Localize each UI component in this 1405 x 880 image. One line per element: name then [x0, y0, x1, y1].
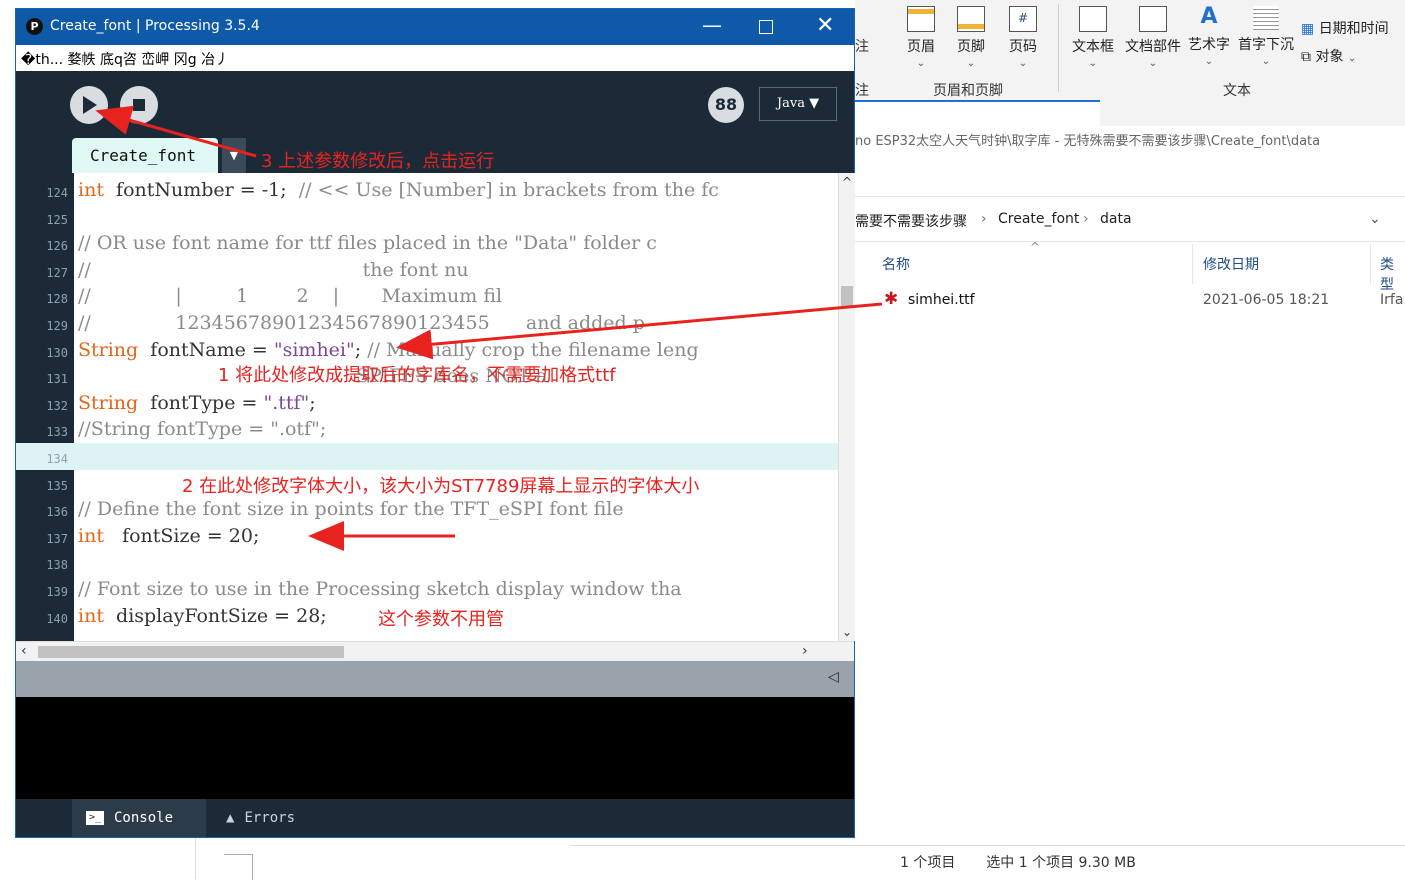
- arrow-to-font-name: [396, 302, 883, 360]
- arrow-to-run-button: [95, 105, 257, 158]
- annotation-arrows: [95, 105, 883, 551]
